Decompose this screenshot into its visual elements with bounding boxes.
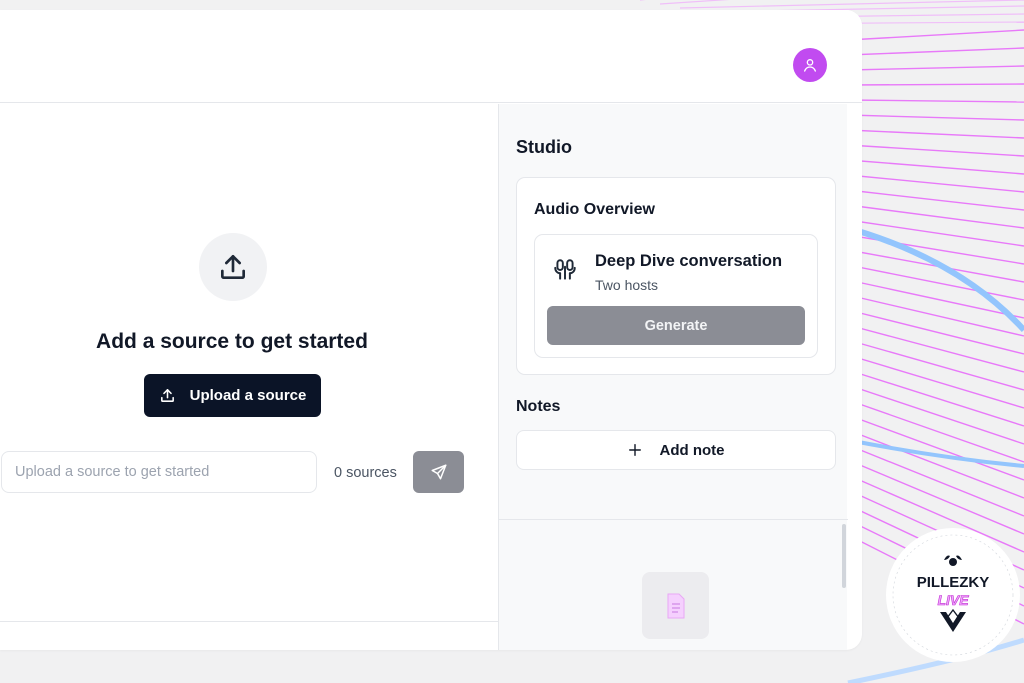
upload-icon <box>160 389 174 402</box>
studio-title: Studio <box>516 137 572 157</box>
generate-button[interactable]: Generate <box>547 306 805 345</box>
top-bar <box>0 10 862 103</box>
source-panel: Add a source to get started Upload a sou… <box>0 104 498 650</box>
source-footer-divider <box>0 621 498 622</box>
logo-brand-text: PILLEZKY <box>917 574 990 591</box>
plus-icon <box>628 444 641 456</box>
upload-source-label: Upload a source <box>189 387 307 404</box>
user-avatar[interactable] <box>793 48 827 82</box>
add-note-button[interactable]: Add note <box>516 430 836 470</box>
chat-input[interactable] <box>1 451 317 493</box>
pillezky-live-logo: PILLEZKY LIVE <box>886 528 1020 662</box>
podcast-mic-icon <box>554 259 576 280</box>
studio-divider <box>499 519 848 520</box>
deep-dive-title: Deep Dive conversation <box>595 252 783 270</box>
add-note-label: Add note <box>659 441 725 459</box>
source-count: 0 sources <box>334 465 397 481</box>
logo-sub-text: LIVE <box>937 592 969 608</box>
audio-overview-card: Audio Overview Deep Dive conversation Tw… <box>516 177 836 375</box>
notes-title: Notes <box>516 398 561 415</box>
studio-panel: Studio Audio Overview Deep Dive conversa… <box>498 104 848 650</box>
empty-state-title: Add a source to get started <box>96 330 368 353</box>
upload-icon <box>221 254 245 279</box>
deep-dive-card: Deep Dive conversation Two hosts Generat… <box>534 234 818 358</box>
upload-source-button[interactable]: Upload a source <box>144 374 321 417</box>
send-icon <box>431 464 446 480</box>
note-document-thumbnail <box>642 572 709 639</box>
document-icon <box>667 593 684 618</box>
upload-illustration <box>199 233 267 301</box>
send-button[interactable] <box>413 451 464 493</box>
app-window: Add a source to get started Upload a sou… <box>0 10 862 650</box>
deep-dive-subtitle: Two hosts <box>595 277 659 293</box>
user-icon <box>804 59 816 72</box>
studio-scrollbar[interactable] <box>842 524 846 588</box>
audio-overview-title: Audio Overview <box>534 201 655 218</box>
